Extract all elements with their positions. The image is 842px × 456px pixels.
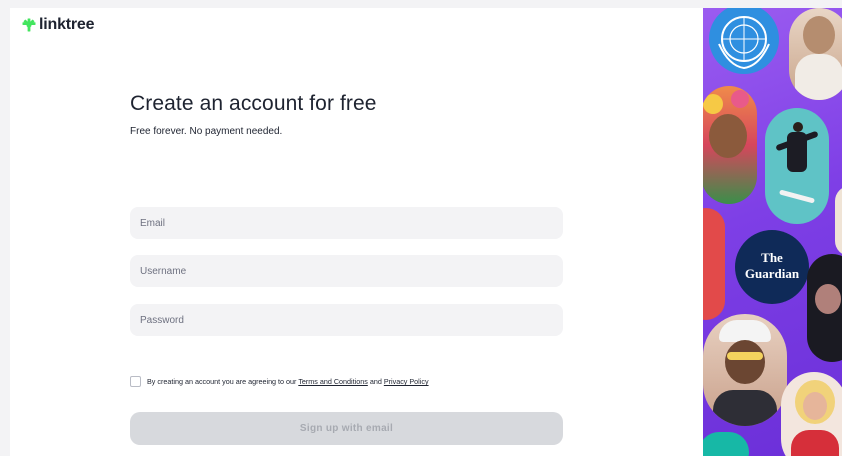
- terms-link[interactable]: Terms and Conditions: [298, 377, 368, 386]
- password-field[interactable]: [130, 304, 563, 336]
- window-left-edge: [0, 0, 10, 456]
- promo-image-panel: The Guardian: [703, 8, 842, 456]
- un-emblem-icon: [718, 16, 770, 70]
- linktree-logo[interactable]: linktree: [22, 16, 95, 34]
- guardian-badge: The Guardian: [735, 230, 809, 304]
- privacy-policy-link[interactable]: Privacy Policy: [384, 377, 429, 386]
- portrait-woman-blonde: [781, 372, 842, 456]
- page-title: Create an account for free: [130, 92, 377, 115]
- username-field[interactable]: [130, 255, 563, 287]
- portrait-man-cap: [703, 314, 787, 426]
- portrait-skateboarder: [765, 108, 829, 224]
- page-subtitle: Free forever. No payment needed.: [130, 126, 283, 137]
- consent-and: and: [369, 377, 382, 386]
- terms-checkbox[interactable]: [130, 376, 141, 387]
- portrait-dark-right: [807, 254, 842, 362]
- linktree-asterisk-icon: [22, 18, 36, 32]
- consent-text: By creating an account you are agreeing …: [147, 377, 429, 386]
- brand-name: linktree: [39, 16, 95, 33]
- portrait-flowers: [703, 86, 757, 204]
- page: linktree Create an account for free Free…: [0, 0, 842, 456]
- guardian-logo-text: The Guardian: [744, 250, 800, 281]
- terms-consent-row: By creating an account you are agreeing …: [130, 376, 429, 387]
- un-emblem-circle: [709, 8, 779, 74]
- consent-prefix: By creating an account you are agreeing …: [147, 377, 297, 386]
- window-top-edge: [0, 0, 842, 8]
- portrait-woman-top: [789, 8, 842, 100]
- teal-pill-bottom: [703, 432, 749, 456]
- red-pill-left: [703, 208, 725, 320]
- signup-email-button[interactable]: Sign up with email: [130, 412, 563, 445]
- portrait-sliver-right: [835, 186, 842, 256]
- email-field[interactable]: [130, 207, 563, 239]
